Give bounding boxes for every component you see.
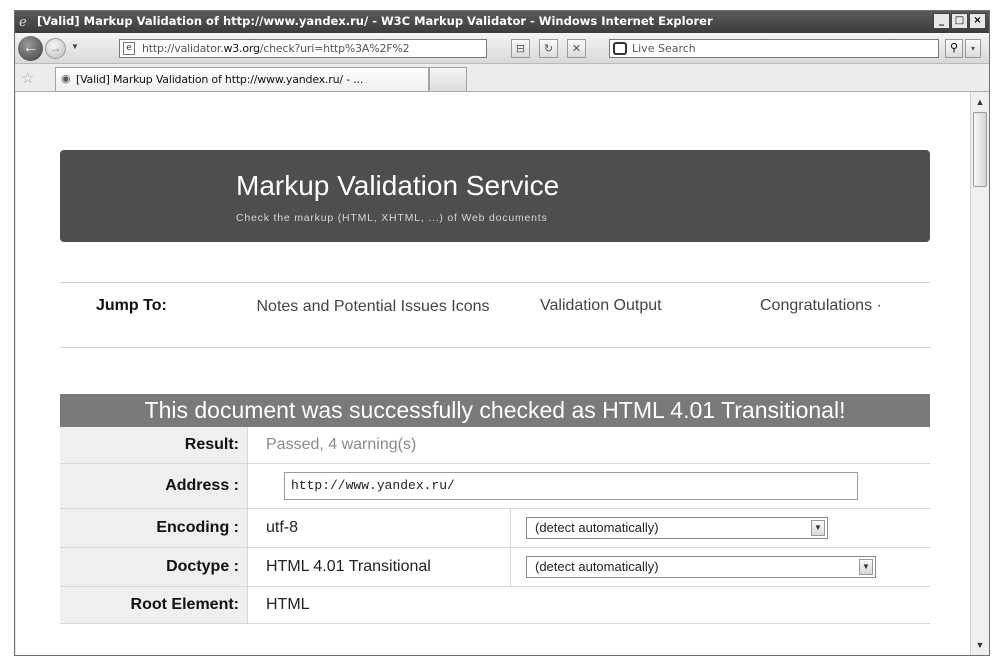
- root-element-label: Root Element:: [60, 587, 248, 623]
- column-divider: [510, 509, 511, 547]
- forward-button[interactable]: →: [45, 38, 66, 59]
- chevron-down-icon[interactable]: ▼: [811, 520, 825, 536]
- result-heading: This document was successfully checked a…: [60, 394, 930, 427]
- service-banner: Markup Validation Service Check the mark…: [60, 150, 930, 242]
- table-row: Encoding : utf-8 (detect automatically) …: [60, 509, 930, 548]
- refresh-icon: ↻: [543, 42, 554, 55]
- search-box[interactable]: Live Search: [609, 39, 939, 58]
- new-tab-button[interactable]: [429, 67, 467, 91]
- address-field[interactable]: http://www.yandex.ru/: [284, 472, 858, 500]
- search-placeholder: Live Search: [632, 42, 696, 55]
- page-title: Markup Validation Service: [236, 170, 560, 201]
- encoding-label: Encoding :: [60, 509, 248, 547]
- jump-navigation: Jump To: Notes and Potential Issues Icon…: [60, 282, 930, 348]
- doctype-select[interactable]: (detect automatically) ▼: [526, 556, 876, 578]
- table-row: Address : http://www.yandex.ru/: [60, 464, 930, 509]
- table-row: Root Element: HTML: [60, 587, 930, 624]
- page-viewport: Markup Validation Service Check the mark…: [16, 92, 970, 655]
- refresh-button[interactable]: ↻: [539, 39, 558, 58]
- doctype-label: Doctype :: [60, 548, 248, 586]
- jump-to-label: Jump To:: [96, 297, 167, 314]
- table-row: Result: Passed, 4 warning(s): [60, 427, 930, 464]
- back-button[interactable]: ←: [18, 36, 43, 61]
- chevron-down-icon: ▾: [970, 44, 975, 53]
- jump-link-notes[interactable]: Notes and Potential Issues Icons: [236, 297, 510, 317]
- live-search-logo-icon: [613, 42, 627, 55]
- chevron-down-icon[interactable]: ▼: [859, 559, 873, 575]
- vertical-scrollbar[interactable]: ▲ ▼: [970, 92, 989, 655]
- page-subtitle: Check the markup (HTML, XHTML, ...) of W…: [236, 212, 548, 224]
- result-table: Result: Passed, 4 warning(s) Address : h…: [60, 427, 930, 624]
- encoding-value: utf-8: [266, 519, 299, 536]
- address-url[interactable]: http://validator.w3.org/check?uri=http%3…: [142, 42, 410, 55]
- search-options-button[interactable]: ▾: [965, 39, 981, 58]
- window-controls: _ □ ×: [933, 13, 986, 29]
- tab-bar: ☆ ◉ [Valid] Markup Validation of http://…: [15, 64, 989, 92]
- stop-icon: ✕: [571, 42, 582, 55]
- root-element-value: HTML: [266, 596, 310, 613]
- search-button[interactable]: ⚲: [945, 39, 963, 58]
- doctype-value: HTML 4.01 Transitional: [266, 558, 431, 575]
- tab-page-icon: ◉: [61, 73, 71, 85]
- favorites-star-icon[interactable]: ☆: [21, 69, 34, 87]
- compatibility-icon: ⊟: [515, 42, 526, 55]
- forward-arrow-icon: →: [49, 41, 62, 55]
- minimize-button[interactable]: _: [933, 13, 950, 29]
- address-bar[interactable]: e http://validator.w3.org/check?uri=http…: [119, 39, 487, 58]
- maximize-button[interactable]: □: [951, 13, 968, 29]
- active-tab[interactable]: ◉ [Valid] Markup Validation of http://ww…: [55, 67, 429, 91]
- browser-window: ℯ [Valid] Markup Validation of http://ww…: [14, 10, 990, 656]
- stop-button[interactable]: ✕: [567, 39, 586, 58]
- doctype-select-value: (detect automatically): [535, 559, 659, 574]
- address-label: Address :: [60, 464, 248, 508]
- recent-pages-dropdown-icon[interactable]: ▼: [71, 42, 79, 51]
- column-divider: [510, 548, 511, 586]
- compatibility-view-button[interactable]: ⊟: [511, 39, 530, 58]
- scroll-down-icon[interactable]: ▼: [972, 637, 988, 653]
- navigation-bar: ← → ▼ e http://validator.w3.org/check?ur…: [15, 33, 989, 64]
- jump-link-validation-output[interactable]: Validation Output: [540, 297, 662, 315]
- back-arrow-icon: ←: [22, 39, 39, 56]
- jump-link-congratulations[interactable]: Congratulations ·: [760, 297, 882, 315]
- magnifier-icon: ⚲: [949, 42, 959, 54]
- scroll-up-icon[interactable]: ▲: [972, 94, 988, 110]
- result-value: Passed, 4 warning(s): [266, 436, 417, 453]
- scrollbar-thumb[interactable]: [973, 112, 987, 187]
- tab-label: [Valid] Markup Validation of http://www.…: [76, 73, 364, 86]
- page-icon: e: [123, 42, 135, 55]
- title-bar[interactable]: ℯ [Valid] Markup Validation of http://ww…: [15, 11, 989, 33]
- table-row: Doctype : HTML 4.01 Transitional (detect…: [60, 548, 930, 587]
- ie-logo-icon: ℯ: [19, 14, 27, 29]
- encoding-select-value: (detect automatically): [535, 520, 659, 535]
- encoding-select[interactable]: (detect automatically) ▼: [526, 517, 828, 539]
- close-button[interactable]: ×: [969, 13, 986, 29]
- result-label: Result:: [60, 427, 248, 463]
- window-title: [Valid] Markup Validation of http://www.…: [37, 14, 713, 28]
